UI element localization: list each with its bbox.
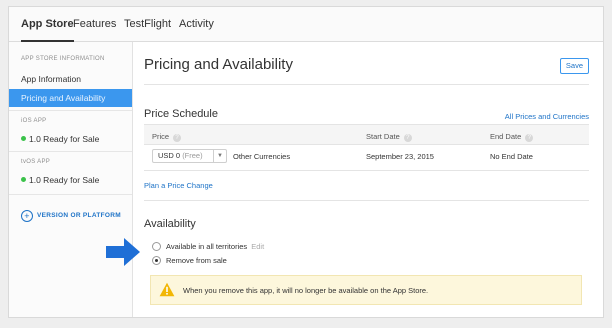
column-header-label: Start Date [366, 132, 400, 141]
sidebar-item-ios-version[interactable]: 1.0 Ready for Sale [9, 130, 132, 148]
help-icon[interactable]: ? [403, 134, 412, 142]
sidebar-heading-tvos-app: tvOS APP [21, 159, 51, 165]
ready-status-dot-icon [21, 136, 26, 141]
annotation-arrow-icon [106, 238, 140, 266]
warning-banner: When you remove this app, it will no lon… [150, 275, 582, 305]
end-date-value: No End Date [490, 152, 533, 161]
plan-price-change-link[interactable]: Plan a Price Change [144, 181, 213, 190]
tab-label: Features [73, 18, 117, 30]
plus-circle-icon: + [21, 210, 33, 222]
tab-app-store[interactable]: App Store [21, 7, 74, 42]
tab-label: TestFlight [124, 18, 172, 30]
tab-features[interactable]: Features [73, 7, 116, 41]
price-tier-select[interactable]: USD 0 (Free) ▼ [152, 149, 227, 163]
sidebar-item-label: Pricing and Availability [21, 93, 106, 103]
radio-remove-from-sale[interactable]: Remove from sale [152, 256, 227, 265]
radio-label: Available in all territories [166, 242, 248, 251]
column-header-end-date: End Date? [490, 132, 534, 142]
main-content: Pricing and Availability Save Price Sche… [132, 42, 603, 317]
price-schedule-heading: Price Schedule [144, 108, 218, 120]
tab-testflight[interactable]: TestFlight [124, 7, 171, 41]
help-icon[interactable]: ? [525, 134, 534, 142]
tab-activity[interactable]: Activity [179, 7, 214, 41]
title-divider [144, 84, 589, 85]
availability-heading: Availability [144, 218, 196, 230]
column-header-label: Price [152, 132, 170, 141]
price-value: USD 0 [158, 151, 181, 160]
start-date-value: September 23, 2015 [366, 152, 434, 161]
column-header-start-date: Start Date? [366, 132, 412, 142]
column-header-price: Price? [152, 132, 182, 142]
sidebar-heading-app-store-info: APP STORE INFORMATION [21, 56, 105, 62]
sidebar-item-pricing-availability[interactable]: Pricing and Availability [9, 89, 132, 107]
chevron-down-icon: ▼ [213, 150, 226, 162]
tab-label: Activity [179, 18, 214, 30]
price-free-label: (Free) [182, 151, 203, 160]
sidebar-heading-ios-app: iOS APP [21, 118, 47, 124]
save-button[interactable]: Save [559, 58, 589, 74]
sidebar-divider [9, 110, 132, 111]
add-platform-label: VERSION OR PLATFORM [37, 212, 121, 219]
page-title: Pricing and Availability [144, 56, 293, 73]
sidebar-divider [9, 151, 132, 152]
sidebar-item-label: 1.0 Ready for Sale [29, 175, 100, 185]
column-header-label: End Date [490, 132, 522, 141]
sidebar-item-label: App Information [21, 74, 82, 84]
warning-triangle-icon [159, 282, 175, 297]
ready-status-dot-icon [21, 177, 26, 182]
warning-message: When you remove this app, it will no lon… [183, 286, 429, 295]
edit-territories-link[interactable]: Edit [251, 242, 264, 251]
all-prices-currencies-link[interactable]: All Prices and Currencies [505, 112, 589, 121]
sidebar-item-app-information[interactable]: App Information [9, 70, 132, 88]
top-tab-bar: App Store Features TestFlight Activity [9, 7, 603, 42]
add-version-or-platform-button[interactable]: + VERSION OR PLATFORM [21, 210, 121, 222]
radio-all-territories[interactable]: Available in all territories Edit [152, 242, 264, 251]
radio-label: Remove from sale [166, 256, 227, 265]
radio-button-unchecked[interactable] [152, 242, 161, 251]
sidebar-item-tvos-version[interactable]: 1.0 Ready for Sale [9, 171, 132, 189]
help-icon[interactable]: ? [173, 134, 182, 142]
table-row-divider [144, 170, 589, 171]
sidebar-divider [9, 194, 132, 195]
other-currencies-link[interactable]: Other Currencies [233, 152, 290, 161]
app-window: App Store Features TestFlight Activity A… [8, 6, 604, 318]
sidebar: APP STORE INFORMATION App Information Pr… [9, 42, 133, 317]
radio-button-checked[interactable] [152, 256, 161, 265]
sidebar-item-label: 1.0 Ready for Sale [29, 134, 100, 144]
tab-label: App Store [21, 18, 74, 30]
section-divider [144, 200, 589, 201]
